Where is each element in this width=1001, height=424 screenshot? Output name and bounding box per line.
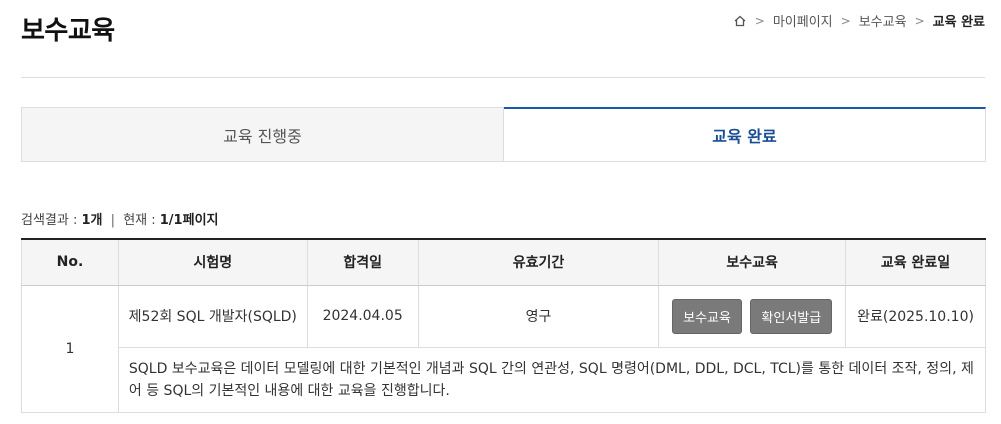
breadcrumb: > 마이페이지 > 보수교육 > 교육 완료 (733, 11, 985, 30)
title-divider (21, 77, 985, 78)
cell-exam-name: 제52회 SQL 개발자(SQLD) (117, 284, 308, 348)
breadcrumb-continuing-education[interactable]: 보수교육 (859, 11, 907, 30)
cell-validity: 영구 (417, 284, 660, 348)
breadcrumb-mypage[interactable]: 마이페이지 (773, 11, 833, 30)
search-info: 검색결과 : 1개 | 현재 : 1/1페이지 (21, 209, 219, 228)
result-count: 1개 (81, 213, 103, 228)
header-no: No. (21, 238, 119, 286)
cell-completion-date: 완료(2025.10.10) (845, 284, 986, 348)
cell-pass-date: 2024.04.05 (306, 284, 419, 348)
cell-description: SQLD 보수교육은 데이터 모델링에 대한 기본적인 개념과 SQL 간의 연… (117, 346, 987, 413)
header-pass-date: 합격일 (306, 238, 419, 286)
breadcrumb-separator: > (914, 13, 925, 28)
breadcrumb-current: 교육 완료 (932, 15, 985, 30)
current-label: 현재 : (123, 213, 156, 228)
tab-in-progress[interactable]: 교육 진행중 (21, 107, 504, 162)
header-exam-name: 시험명 (117, 238, 308, 286)
breadcrumb-separator: > (754, 13, 765, 28)
tab-completed[interactable]: 교육 완료 (504, 107, 986, 162)
table-row: 1 제52회 SQL 개발자(SQLD) 2024.04.05 영구 보수교육 … (21, 284, 986, 413)
header-validity: 유효기간 (417, 238, 660, 286)
breadcrumb-separator: > (840, 13, 851, 28)
certificate-button[interactable]: 확인서발급 (750, 298, 833, 334)
page-title: 보수교육 (21, 16, 115, 46)
tab-bar: 교육 진행중 교육 완료 (21, 107, 986, 162)
result-table: No. 시험명 합격일 유효기간 보수교육 교육 완료일 1 제52회 SQL … (21, 238, 987, 413)
header-education: 보수교육 (658, 238, 847, 286)
home-icon[interactable] (733, 14, 747, 28)
table-header-row: No. 시험명 합격일 유효기간 보수교육 교육 완료일 (21, 238, 986, 286)
result-label: 검색결과 : (21, 213, 78, 228)
cell-no: 1 (21, 284, 119, 413)
search-info-divider: | (110, 213, 116, 228)
education-button[interactable]: 보수교육 (672, 298, 742, 334)
current-page: 1/1페이지 (159, 213, 219, 228)
table-description-row: SQLD 보수교육은 데이터 모델링에 대한 기본적인 개념과 SQL 간의 연… (22, 346, 987, 413)
header-completion-date: 교육 완료일 (845, 238, 986, 286)
cell-education-buttons: 보수교육 확인서발급 (658, 284, 847, 348)
